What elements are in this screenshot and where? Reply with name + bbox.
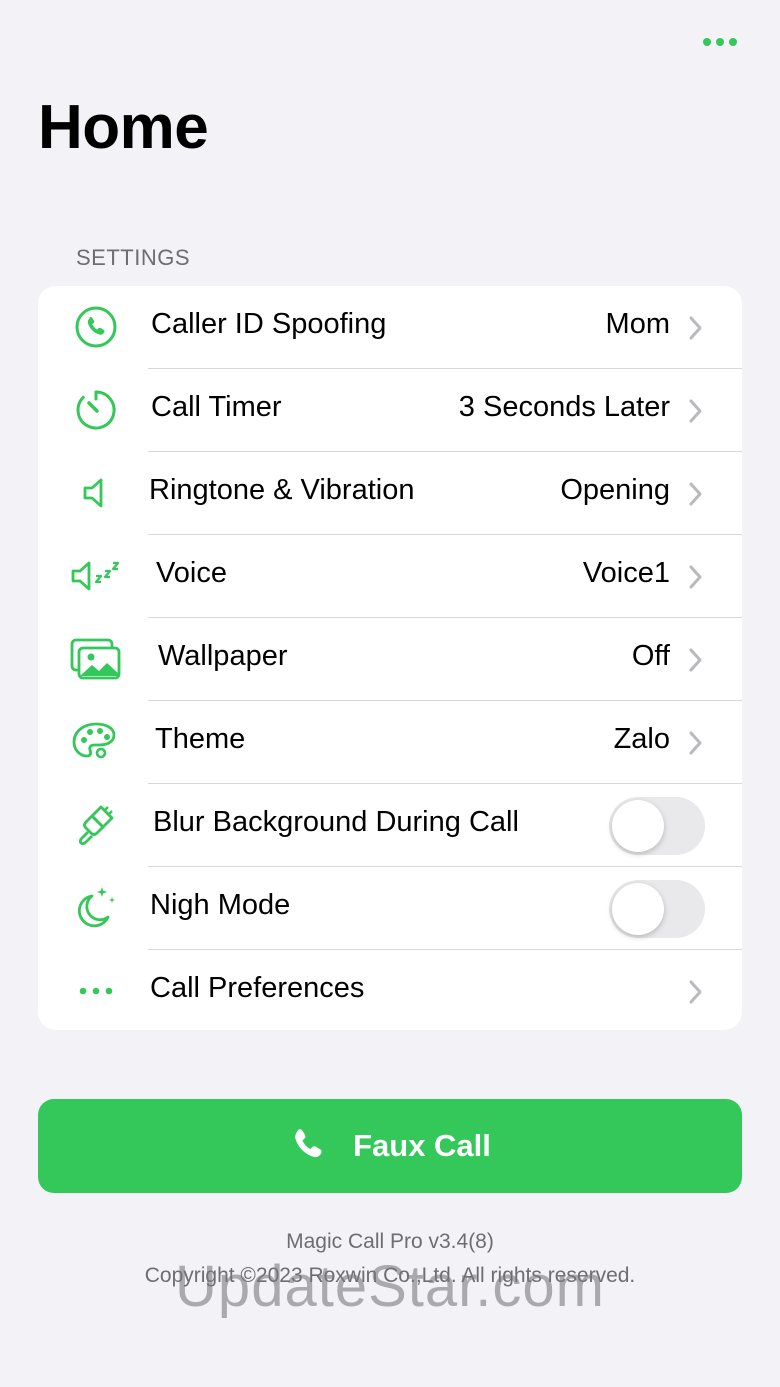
chevron-right-icon	[689, 565, 702, 589]
row-voice[interactable]: Voice Voice1	[38, 535, 742, 618]
row-label: Voice	[156, 557, 227, 589]
row-label: Ringtone & Vibration	[149, 474, 415, 506]
row-call-preferences[interactable]: Call Preferences	[38, 950, 742, 1030]
section-header-settings: SETTINGS	[76, 245, 191, 270]
row-label: Caller ID Spoofing	[151, 308, 387, 340]
more-dot	[716, 38, 724, 46]
blur-background-toggle[interactable]	[609, 797, 705, 855]
chevron-right-icon	[689, 482, 702, 506]
watermark: UpdateStar.com	[175, 1254, 605, 1319]
photos-icon	[68, 633, 124, 685]
row-label: Call Timer	[151, 391, 282, 423]
row-caller-id-spoofing[interactable]: Caller ID Spoofing Mom	[38, 286, 742, 369]
row-value: Opening	[560, 474, 670, 506]
app-version: Magic Call Pro v3.4(8)	[286, 1230, 494, 1253]
phone-icon	[295, 1129, 322, 1158]
moon-stars-icon	[68, 882, 124, 934]
more-dot	[703, 38, 711, 46]
toggle-knob	[612, 800, 664, 852]
settings-card: Caller ID Spoofing Mom Call Timer 3 Seco…	[38, 286, 742, 1030]
paintbrush-icon	[68, 799, 124, 851]
toggle-knob	[612, 883, 664, 935]
chevron-right-icon	[689, 316, 702, 340]
row-label: Call Preferences	[150, 972, 365, 1004]
night-mode-toggle[interactable]	[609, 880, 705, 938]
page-title: Home	[38, 93, 209, 162]
row-night-mode: Nigh Mode	[38, 867, 742, 950]
row-label: Theme	[155, 723, 246, 755]
chevron-right-icon	[689, 731, 702, 755]
chevron-right-icon	[689, 648, 702, 672]
faux-call-label: Faux Call	[353, 1128, 491, 1163]
faux-call-button[interactable]: Faux Call	[38, 1099, 742, 1193]
palette-icon	[68, 716, 124, 768]
row-wallpaper[interactable]: Wallpaper Off	[38, 618, 742, 701]
row-blur-background: Blur Background During Call	[38, 784, 742, 867]
row-value: Off	[631, 640, 670, 672]
row-value: Zalo	[613, 723, 670, 755]
row-value: Mom	[605, 308, 670, 340]
row-value: Voice1	[582, 557, 670, 589]
row-theme[interactable]: Theme Zalo	[38, 701, 742, 784]
ellipsis-icon	[68, 965, 124, 1017]
row-label: Wallpaper	[158, 640, 288, 672]
speaker-zzz-icon	[68, 550, 124, 602]
phone-icon	[68, 301, 124, 353]
more-options-button[interactable]	[696, 30, 744, 54]
more-dot	[729, 38, 737, 46]
row-label: Nigh Mode	[150, 889, 291, 921]
row-label: Blur Background During Call	[153, 806, 519, 838]
chevron-right-icon	[689, 399, 702, 423]
row-value: 3 Seconds Later	[458, 391, 670, 423]
row-ringtone-vibration[interactable]: Ringtone & Vibration Opening	[38, 452, 742, 535]
speaker-icon	[68, 467, 124, 519]
timer-icon	[68, 384, 124, 436]
chevron-right-icon	[689, 980, 702, 1004]
row-call-timer[interactable]: Call Timer 3 Seconds Later	[38, 369, 742, 452]
